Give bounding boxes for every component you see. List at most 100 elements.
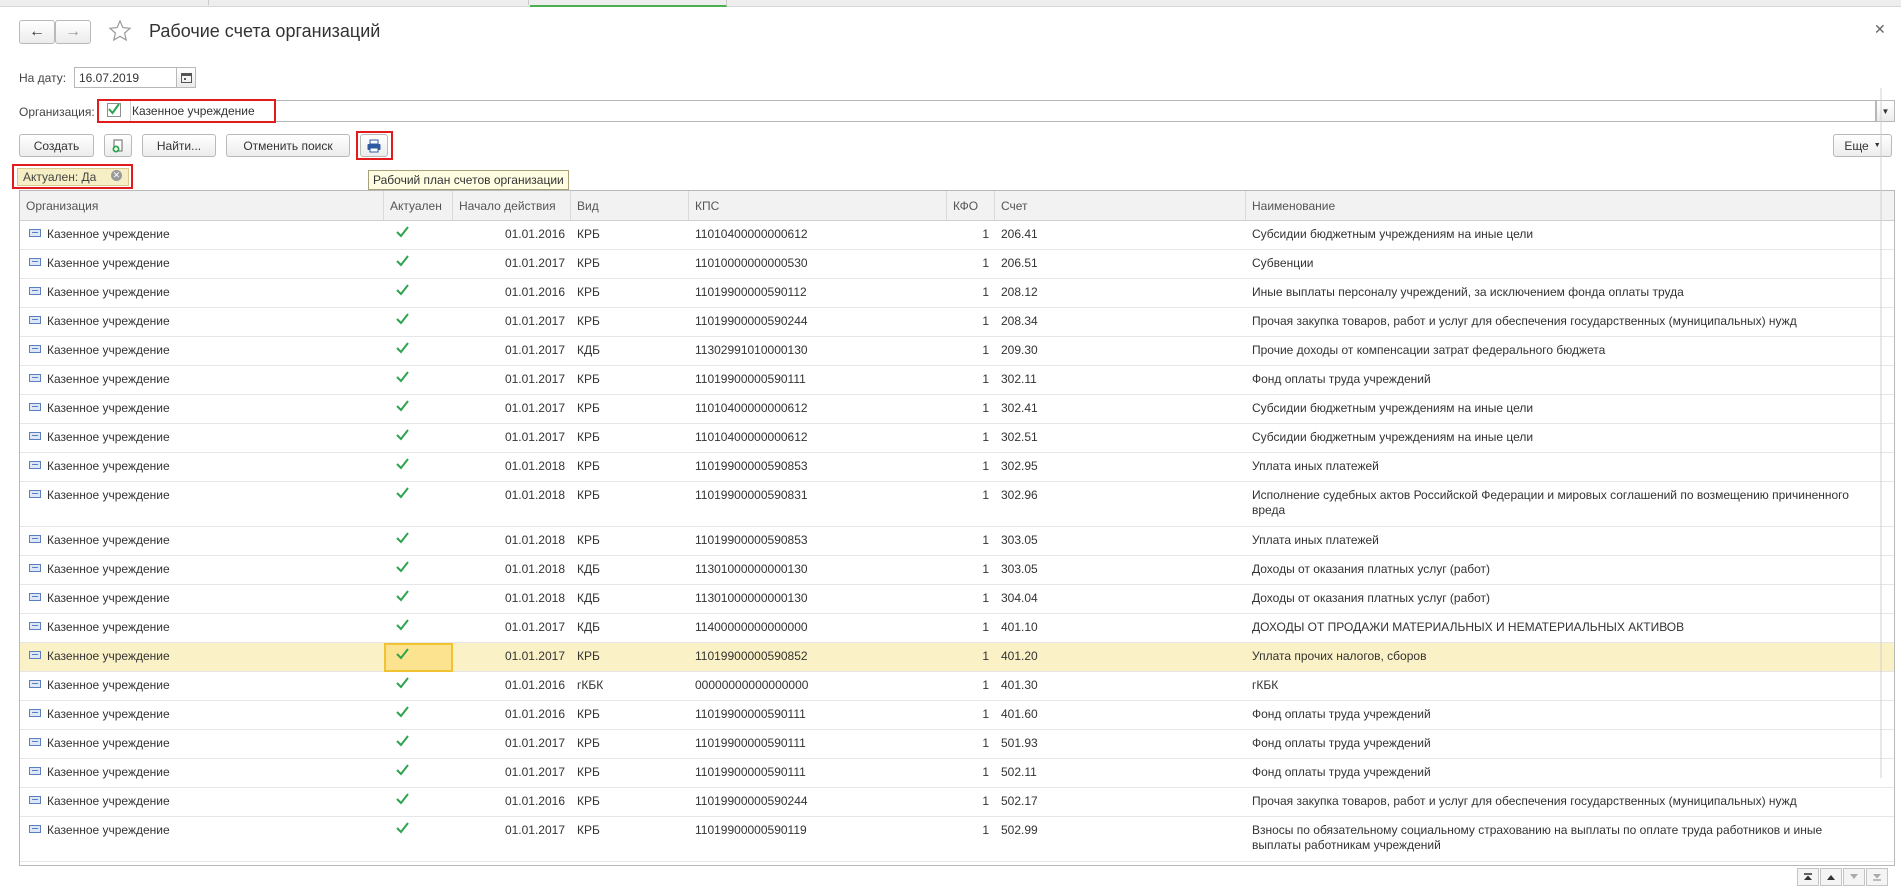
cell-start-date: 01.01.2017 <box>504 343 565 357</box>
table-row[interactable]: Казенное учреждение 01.01.2017 КДБ 11400000… <box>20 614 1894 643</box>
scroll-down-button[interactable] <box>1843 868 1865 886</box>
cell-start-date: 01.01.2017 <box>504 256 565 270</box>
column-header-account[interactable]: Счет <box>995 191 1246 220</box>
table-row[interactable]: Казенное учреждение 01.01.2017 КРБ 11019900… <box>20 759 1894 788</box>
table-row[interactable]: Казенное учреждение 01.01.2016 КРБ 11019900… <box>20 279 1894 308</box>
highlight-frame <box>356 131 393 160</box>
close-icon[interactable]: ✕ <box>1874 21 1886 38</box>
cell-name: Фонд оплаты труда учреждений <box>1252 372 1431 386</box>
cell-kps: 11301000000000130 <box>695 591 808 605</box>
date-input[interactable]: 16.07.2019 <box>74 67 177 88</box>
table-row[interactable]: Казенное учреждение 01.01.2017 КДБ 11302991… <box>20 337 1894 366</box>
cell-organization: Казенное учреждение <box>47 227 170 241</box>
checkmark-icon <box>396 342 409 354</box>
table-row[interactable]: Казенное учреждение 01.01.2017 КРБ 11019900… <box>20 366 1894 395</box>
organization-field[interactable]: Казенное учреждение <box>98 100 1876 122</box>
scroll-up-button[interactable] <box>1820 868 1842 886</box>
scroll-to-bottom-button[interactable] <box>1866 868 1888 886</box>
cell-start-date: 01.01.2017 <box>504 736 565 750</box>
table-row[interactable]: Казенное учреждение 01.01.2018 КРБ 11019900… <box>20 482 1894 527</box>
cell-organization: Казенное учреждение <box>47 430 170 444</box>
table-row[interactable]: Казенное учреждение 01.01.2017 КРБ 11019900… <box>20 308 1894 337</box>
cell-start-date: 01.01.2016 <box>504 678 565 692</box>
cell-start-date: 01.01.2016 <box>504 707 565 721</box>
table-row[interactable]: Казенное учреждение 01.01.2017 КРБ 11010400… <box>20 395 1894 424</box>
cell-organization: Казенное учреждение <box>47 794 170 808</box>
accounts-table[interactable]: Организация Актуален Начало действия Вид… <box>19 190 1895 866</box>
window-tab[interactable] <box>208 0 529 5</box>
checkmark-icon <box>396 735 409 747</box>
cancel-search-button[interactable]: Отменить поиск <box>226 134 350 157</box>
window-tab-strip <box>0 0 1901 7</box>
column-header-name[interactable]: Наименование <box>1246 191 1878 220</box>
cell-organization: Казенное учреждение <box>47 707 170 721</box>
cell-name: Субсидии бюджетным учреждениям на иные ц… <box>1252 430 1534 444</box>
copy-button[interactable] <box>104 134 132 157</box>
cell-account: 303.05 <box>1001 533 1038 547</box>
cell-kind: КДБ <box>577 343 600 357</box>
cell-name: Уплата прочих налогов, сборов <box>1252 649 1427 663</box>
column-header-kfo[interactable]: КФО <box>947 191 995 220</box>
checkmark-icon <box>396 619 409 631</box>
more-label: Еще <box>1844 138 1869 153</box>
table-header: Организация Актуален Начало действия Вид… <box>20 191 1894 221</box>
vertical-scrollbar[interactable] <box>1876 88 1885 778</box>
window-tab-active[interactable] <box>530 0 727 7</box>
cell-kind: КДБ <box>577 591 600 605</box>
cell-account: 304.04 <box>1001 591 1038 605</box>
cell-start-date: 01.01.2017 <box>504 620 565 634</box>
find-button[interactable]: Найти... <box>142 134 216 157</box>
page-title: Рабочие счета организаций <box>149 21 381 41</box>
column-header-kind[interactable]: Вид <box>571 191 689 220</box>
cell-kfo: 1 <box>982 256 989 270</box>
create-button[interactable]: Создать <box>19 134 94 157</box>
column-header-organization[interactable]: Организация <box>20 191 384 220</box>
scroll-to-top-button[interactable] <box>1797 868 1819 886</box>
cell-kps: 11010000000000530 <box>695 256 808 270</box>
table-row[interactable]: Казенное учреждение 01.01.2016 КРБ 11019900… <box>20 701 1894 730</box>
table-row[interactable]: Казенное учреждение 01.01.2017 КРБ 11019900… <box>20 730 1894 759</box>
chevron-down-icon <box>1850 874 1858 879</box>
cell-account: 501.93 <box>1001 736 1038 750</box>
cell-organization: Казенное учреждение <box>47 823 170 837</box>
table-row[interactable]: Казенное учреждение 01.01.2017 КРБ 11010400… <box>20 424 1894 453</box>
cell-account: 502.99 <box>1001 823 1038 837</box>
cell-kfo: 1 <box>982 678 989 692</box>
forward-button[interactable]: → <box>55 20 91 44</box>
cell-organization: Казенное учреждение <box>47 649 170 663</box>
favorite-star-icon[interactable] <box>108 19 132 46</box>
checkmark-icon <box>396 706 409 718</box>
calendar-button[interactable] <box>176 67 196 88</box>
table-row[interactable]: Казенное учреждение 01.01.2016 КРБ 11010400… <box>20 221 1894 250</box>
cell-kps: 11019900000590244 <box>695 314 808 328</box>
cell-account: 209.30 <box>1001 343 1038 357</box>
table-row-selected[interactable]: Казенное учреждение 01.01.2017 КРБ 11019900… <box>20 643 1894 672</box>
double-chevron-up-icon <box>1804 873 1812 880</box>
table-row[interactable]: Казенное учреждение 01.01.2016 гКБК 0000000… <box>20 672 1894 701</box>
cell-kind: КРБ <box>577 649 600 663</box>
table-row[interactable]: Казенное учреждение 01.01.2017 КРБ 11010000… <box>20 250 1894 279</box>
column-header-actual[interactable]: Актуален <box>384 191 453 220</box>
table-row[interactable]: Казенное учреждение 01.01.2018 КРБ 11019900… <box>20 527 1894 556</box>
calendar-icon <box>180 73 192 83</box>
cell-name: Исполнение судебных актов Российской Фед… <box>1252 488 1849 517</box>
back-button[interactable]: ← <box>19 20 55 44</box>
cell-kps: 11019900000590111 <box>695 736 806 750</box>
table-row[interactable]: Казенное учреждение 01.01.2017 КРБ 11019900… <box>20 817 1894 862</box>
checkmark-icon <box>396 313 409 325</box>
cell-kps: 11010400000000612 <box>695 430 808 444</box>
cell-organization: Казенное учреждение <box>47 562 170 576</box>
cell-kfo: 1 <box>982 736 989 750</box>
cell-start-date: 01.01.2018 <box>504 459 565 473</box>
table-row[interactable]: Казенное учреждение 01.01.2018 КРБ 11019900… <box>20 453 1894 482</box>
table-row[interactable]: Казенное учреждение 01.01.2016 КРБ 11019900… <box>20 788 1894 817</box>
column-header-start-date[interactable]: Начало действия <box>453 191 571 220</box>
cell-organization: Казенное учреждение <box>47 401 170 415</box>
column-header-kps[interactable]: КПС <box>689 191 947 220</box>
cell-organization: Казенное учреждение <box>47 488 170 502</box>
table-row[interactable]: Казенное учреждение 01.01.2018 КДБ 11301000… <box>20 556 1894 585</box>
cell-kind: КДБ <box>577 562 600 576</box>
window-tab[interactable] <box>0 0 209 5</box>
table-row[interactable]: Казенное учреждение 01.01.2018 КДБ 11301000… <box>20 585 1894 614</box>
arrow-left-icon: ← <box>29 23 45 40</box>
